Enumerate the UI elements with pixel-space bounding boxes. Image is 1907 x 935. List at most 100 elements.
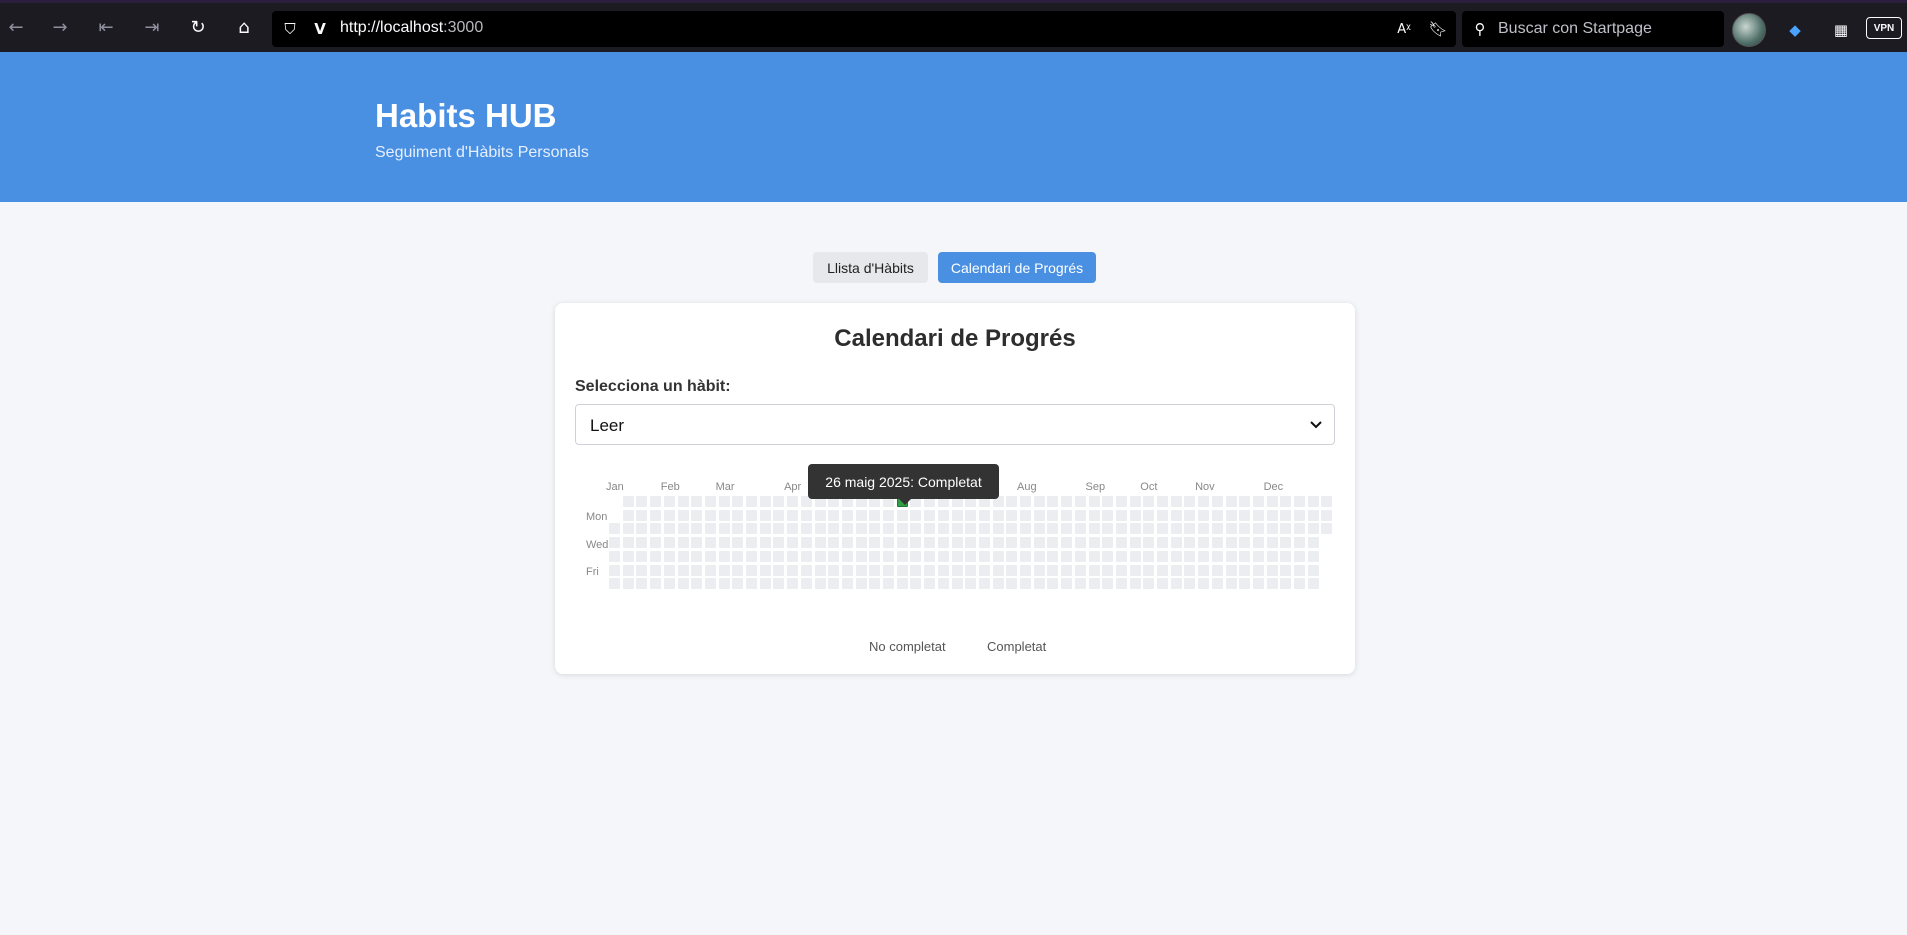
calendar-day[interactable] [1115,564,1127,576]
calendar-day[interactable] [773,537,785,549]
calendar-day[interactable] [1170,509,1182,521]
calendar-day[interactable] [869,537,881,549]
calendar-day[interactable] [1061,537,1073,549]
calendar-day[interactable] [1143,537,1155,549]
calendar-day[interactable] [636,523,648,535]
calendar-day[interactable] [1252,564,1264,576]
calendar-day[interactable] [1102,550,1114,562]
calendar-day[interactable] [663,537,675,549]
calendar-day[interactable] [746,496,757,507]
bookmark-icon[interactable]: 🔖︎ [1426,17,1450,41]
calendar-day[interactable] [650,496,662,507]
calendar-day[interactable] [1143,496,1155,507]
calendar-day[interactable] [883,578,894,590]
calendar-day[interactable] [978,509,990,521]
calendar-day[interactable] [883,564,894,576]
calendar-day[interactable] [677,496,689,507]
calendar-day[interactable] [978,537,990,549]
calendar-day[interactable] [718,509,730,521]
calendar-day[interactable] [1074,537,1086,549]
calendar-day[interactable] [1033,509,1045,521]
calendar-day[interactable] [1266,496,1278,507]
calendar-day[interactable] [1198,537,1210,549]
last-page-icon[interactable]: ⇥ [138,13,166,41]
home-icon[interactable]: ⌂ [230,13,258,41]
calendar-day[interactable] [1239,564,1251,576]
calendar-day[interactable] [1157,550,1168,562]
calendar-day[interactable] [937,537,949,549]
calendar-day[interactable] [787,537,799,549]
calendar-day[interactable] [1225,496,1237,507]
calendar-day[interactable] [1294,537,1305,549]
calendar-day[interactable] [1006,496,1018,507]
calendar-day[interactable] [1006,537,1018,549]
calendar-day[interactable] [951,509,963,521]
calendar-day[interactable] [841,537,853,549]
calendar-day[interactable] [1225,564,1237,576]
calendar-day[interactable] [732,537,744,549]
calendar-day[interactable] [1266,523,1278,535]
calendar-day[interactable] [841,550,853,562]
calendar-day[interactable] [622,509,634,521]
calendar-day[interactable] [841,578,853,590]
calendar-day[interactable] [787,578,799,590]
calendar-day[interactable] [691,537,703,549]
calendar-day[interactable] [855,550,867,562]
calendar-day[interactable] [1074,509,1086,521]
calendar-day[interactable] [828,509,840,521]
calendar-day[interactable] [704,537,716,549]
calendar-day[interactable] [1307,496,1319,507]
calendar-day[interactable] [896,578,908,590]
calendar-day[interactable] [691,550,703,562]
calendar-day[interactable] [1211,509,1223,521]
calendar-day[interactable] [1239,550,1251,562]
calendar-day[interactable] [1088,523,1100,535]
calendar-day[interactable] [773,550,785,562]
calendar-day[interactable] [718,496,730,507]
calendar-day[interactable] [773,496,785,507]
calendar-day[interactable] [1184,537,1196,549]
calendar-day[interactable] [1294,509,1305,521]
calendar-day[interactable] [992,537,1004,549]
calendar-day[interactable] [1280,537,1292,549]
calendar-day[interactable] [1006,550,1018,562]
calendar-day[interactable] [1239,509,1251,521]
calendar-day[interactable] [1157,523,1168,535]
calendar-day[interactable] [1020,523,1031,535]
calendar-day[interactable] [992,509,1004,521]
calendar-day[interactable] [1047,537,1059,549]
calendar-day[interactable] [759,496,771,507]
calendar-day[interactable] [663,496,675,507]
calendar-day[interactable] [677,550,689,562]
calendar-day[interactable] [1266,550,1278,562]
calendar-day[interactable] [1129,578,1141,590]
calendar-day[interactable] [1184,550,1196,562]
calendar-day[interactable] [1074,564,1086,576]
calendar-day[interactable] [718,523,730,535]
tab-habit-list[interactable]: Llista d'Hàbits [813,252,928,283]
calendar-day[interactable] [1266,537,1278,549]
calendar-day[interactable] [951,564,963,576]
calendar-day[interactable] [636,509,648,521]
calendar-day[interactable] [896,550,908,562]
calendar-day[interactable] [1047,523,1059,535]
calendar-day[interactable] [1143,509,1155,521]
calendar-day[interactable] [924,509,936,521]
calendar-day[interactable] [869,523,881,535]
forward-icon[interactable]: → [46,13,74,41]
calendar-day[interactable] [636,564,648,576]
calendar-day[interactable] [1074,578,1086,590]
calendar-day[interactable] [704,578,716,590]
calendar-day[interactable] [869,509,881,521]
calendar-day[interactable] [704,496,716,507]
calendar-day[interactable] [814,564,826,576]
calendar-day[interactable] [1088,509,1100,521]
calendar-day[interactable] [1074,496,1086,507]
calendar-day[interactable] [773,578,785,590]
calendar-day[interactable] [609,578,620,590]
calendar-day[interactable] [1061,509,1073,521]
calendar-day[interactable] [622,523,634,535]
calendar-day[interactable] [1280,509,1292,521]
calendar-day[interactable] [787,523,799,535]
calendar-day[interactable] [1184,578,1196,590]
